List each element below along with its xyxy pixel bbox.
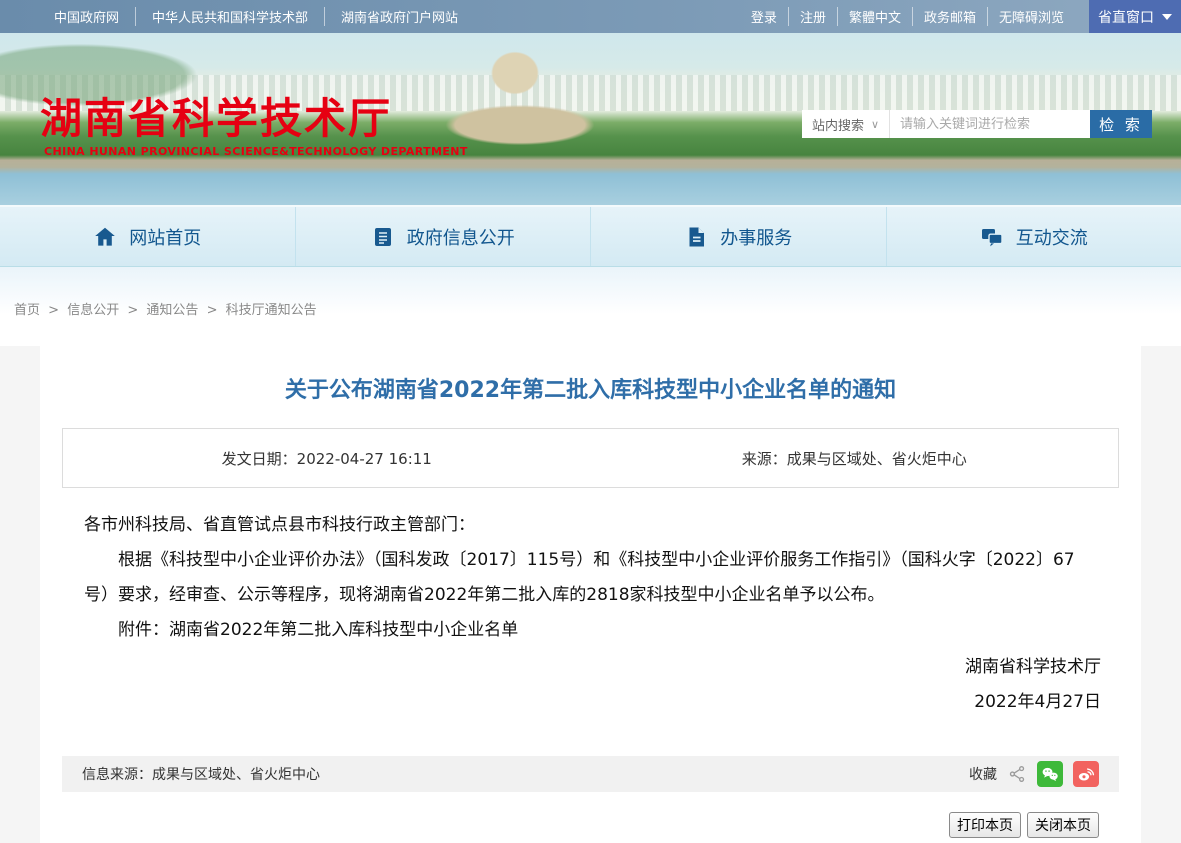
sign-date: 2022年4月27日 (62, 685, 1101, 720)
publish-date-label: 发文日期： (222, 450, 297, 468)
share-icon[interactable] (1007, 764, 1027, 784)
info-doc-icon (371, 225, 395, 249)
article-body: 各市州科技局、省直管试点县市科技行政主管部门： 根据《科技型中小企业评价办法》（… (84, 508, 1097, 648)
signature-block: 湖南省科学技术厅 2022年4月27日 (62, 650, 1119, 720)
search-scope-label: 站内搜索 (812, 115, 864, 134)
accessibility-link[interactable]: 无障碍浏览 (987, 7, 1075, 26)
search-scope-select[interactable]: 站内搜索 ∨ (802, 110, 890, 138)
info-source-bar: 信息来源：成果与区域处、省火炬中心 收藏 (62, 756, 1119, 792)
close-page-button[interactable]: 关闭本页 (1027, 812, 1099, 838)
share-group: 收藏 (969, 761, 1099, 787)
top-utility-bar: 中国政府网 中华人民共和国科学技术部 湖南省政府门户网站 登录 注册 繁體中文 … (0, 0, 1181, 33)
site-search: 站内搜索 ∨ 检 索 (802, 110, 1152, 138)
search-button[interactable]: 检 索 (1090, 110, 1152, 138)
salutation-paragraph: 各市州科技局、省直管试点县市科技行政主管部门： (84, 508, 1097, 543)
favorite-button[interactable]: 收藏 (969, 764, 997, 784)
publish-date-cell: 发文日期：2022-04-27 16:11 (63, 448, 591, 469)
main-content-area: 关于公布湖南省2022年第二批入库科技型中小企业名单的通知 发文日期：2022-… (0, 346, 1181, 843)
breadcrumb-separator: > (207, 303, 218, 318)
nav-item-label: 网站首页 (129, 224, 201, 250)
article-meta-box: 发文日期：2022-04-27 16:11 来源：成果与区域处、省火炬中心 (62, 428, 1119, 488)
chevron-down-icon: ∨ (871, 118, 879, 131)
wechat-icon[interactable] (1037, 761, 1063, 787)
main-navigation: 网站首页 政府信息公开 办事服务 互动交流 (0, 205, 1181, 267)
nav-item-label: 办事服务 (720, 224, 792, 250)
breadcrumb-info-disclosure[interactable]: 信息公开 (67, 303, 119, 318)
search-input[interactable] (890, 110, 1090, 138)
provincial-windows-dropdown[interactable]: 省直窗口 (1089, 0, 1181, 33)
attachment-link[interactable]: 附件：湖南省2022年第二批入库科技型中小企业名单 (84, 613, 1097, 648)
service-file-icon (684, 225, 708, 249)
nav-item-home[interactable]: 网站首页 (0, 207, 295, 266)
info-source-value: 成果与区域处、省火炬中心 (152, 767, 320, 783)
info-source-label: 信息来源： (82, 767, 152, 783)
breadcrumb-current: 科技厅通知公告 (226, 303, 317, 318)
register-link[interactable]: 注册 (788, 7, 837, 26)
topbar-left-links: 中国政府网 中华人民共和国科学技术部 湖南省政府门户网站 (0, 0, 474, 33)
provincial-windows-label: 省直窗口 (1098, 7, 1154, 27)
traditional-chinese-link[interactable]: 繁體中文 (837, 7, 912, 26)
source-label: 来源： (742, 450, 787, 468)
topbar-right-links: 登录 注册 繁體中文 政务邮箱 无障碍浏览 (740, 0, 1075, 33)
weibo-icon[interactable] (1073, 761, 1099, 787)
site-logo-subtitle: CHINA HUNAN PROVINCIAL SCIENCE&TECHNOLOG… (44, 145, 468, 158)
page-actions: 打印本页 关闭本页 (62, 812, 1099, 838)
source-cell: 来源：成果与区域处、省火炬中心 (591, 448, 1119, 469)
nav-item-services[interactable]: 办事服务 (590, 207, 886, 266)
signer-name: 湖南省科学技术厅 (62, 650, 1101, 685)
article-card: 关于公布湖南省2022年第二批入库科技型中小企业名单的通知 发文日期：2022-… (40, 346, 1141, 843)
gov-mail-link[interactable]: 政务邮箱 (912, 7, 987, 26)
login-link[interactable]: 登录 (740, 7, 788, 26)
site-logo-title: 湖南省科学技术厅 (40, 85, 392, 146)
publish-date-value: 2022-04-27 16:11 (297, 450, 432, 468)
article-title: 关于公布湖南省2022年第二批入库科技型中小企业名单的通知 (62, 346, 1119, 404)
breadcrumb-separator: > (48, 303, 59, 318)
home-icon (93, 225, 117, 249)
breadcrumb-zone: 首页 > 信息公开 > 通知公告 > 科技厅通知公告 (0, 267, 1181, 346)
body-paragraph: 根据《科技型中小企业评价办法》（国科发政〔2017〕115号）和《科技型中小企业… (84, 543, 1097, 613)
breadcrumb-notices[interactable]: 通知公告 (146, 303, 198, 318)
nav-item-label: 政府信息公开 (407, 224, 515, 250)
link-most[interactable]: 中华人民共和国科学技术部 (135, 7, 324, 26)
nav-item-interaction[interactable]: 互动交流 (886, 207, 1181, 266)
nav-item-label: 互动交流 (1016, 224, 1088, 250)
topbar-right-group: 登录 注册 繁體中文 政务邮箱 无障碍浏览 省直窗口 (740, 0, 1181, 33)
breadcrumb-home[interactable]: 首页 (14, 303, 40, 318)
banner-photo: 湖南省科学技术厅 CHINA HUNAN PROVINCIAL SCIENCE&… (0, 33, 1181, 205)
source-value: 成果与区域处、省火炬中心 (787, 450, 967, 468)
chevron-down-icon (1162, 14, 1172, 20)
chat-icon (980, 225, 1004, 249)
link-china-gov[interactable]: 中国政府网 (38, 7, 135, 26)
nav-item-gov-info[interactable]: 政府信息公开 (295, 207, 591, 266)
breadcrumb-separator: > (127, 303, 138, 318)
print-page-button[interactable]: 打印本页 (949, 812, 1021, 838)
link-hunan-portal[interactable]: 湖南省政府门户网站 (324, 7, 474, 26)
info-source-text: 信息来源：成果与区域处、省火炬中心 (82, 764, 320, 784)
